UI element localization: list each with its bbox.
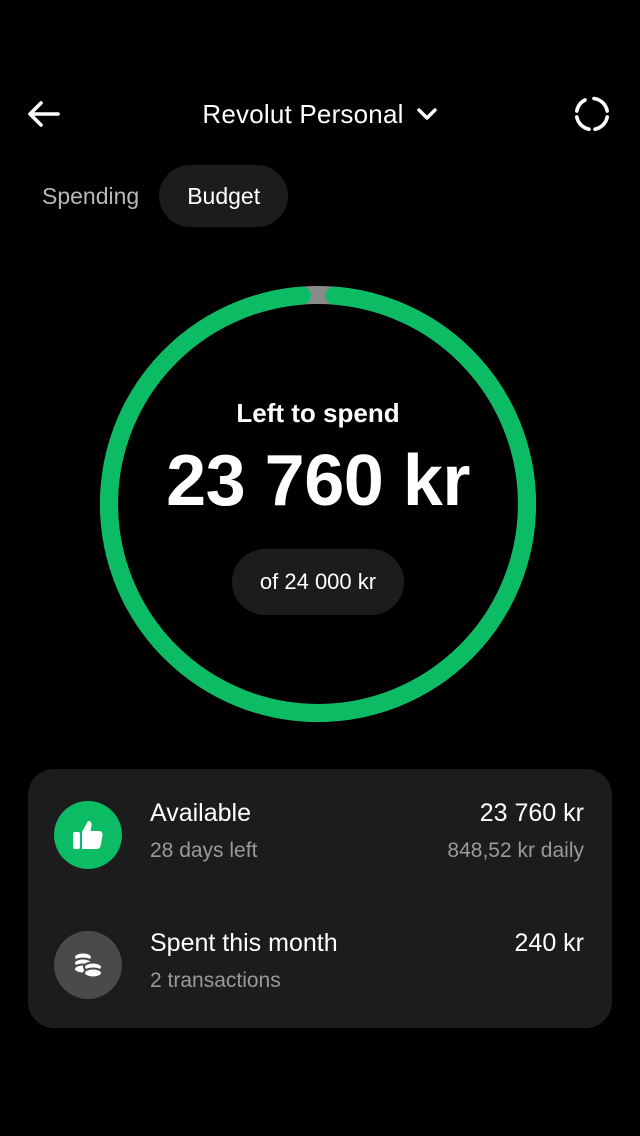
refresh-button[interactable] <box>568 92 616 136</box>
left-to-spend-label: Left to spend <box>236 398 400 428</box>
budget-total-pill[interactable]: of 24 000 kr <box>231 549 405 615</box>
account-title: Revolut Personal <box>202 98 404 129</box>
tab-spending[interactable]: Spending <box>22 165 159 227</box>
available-icon-badge <box>54 801 122 869</box>
available-amount: 23 760 kr <box>479 799 584 827</box>
available-days-left: 28 days left <box>150 839 258 862</box>
account-selector[interactable]: Revolut Personal <box>170 84 470 144</box>
budget-ring: Left to spend 23 760 kr of 24 000 kr <box>96 282 540 726</box>
spent-transactions: 2 transactions <box>150 969 281 992</box>
budget-summary: Left to spend 23 760 kr of 24 000 kr <box>96 282 540 726</box>
available-daily: 848,52 kr daily <box>447 839 584 862</box>
thumbs-up-icon <box>73 821 103 849</box>
spent-icon-badge <box>54 931 122 999</box>
tab-budget[interactable]: Budget <box>159 165 289 227</box>
chevron-down-icon <box>416 108 437 120</box>
available-row[interactable]: Available 28 days left 23 760 kr 848,52 … <box>28 791 612 881</box>
left-to-spend-amount: 23 760 kr <box>166 441 470 521</box>
refresh-icon <box>575 96 609 131</box>
spent-title: Spent this month <box>150 929 338 957</box>
back-button[interactable] <box>20 92 68 136</box>
header: Revolut Personal <box>0 84 640 144</box>
available-title: Available <box>150 799 252 827</box>
spent-amount: 240 kr <box>514 929 584 957</box>
budget-summary-card: Available 28 days left 23 760 kr 848,52 … <box>28 769 612 1028</box>
coins-icon <box>73 951 103 979</box>
spent-row[interactable]: Spent this month 2 transactions 240 kr <box>28 921 612 1011</box>
arrow-left-icon <box>28 101 60 127</box>
tab-bar: Spending Budget <box>22 165 289 227</box>
